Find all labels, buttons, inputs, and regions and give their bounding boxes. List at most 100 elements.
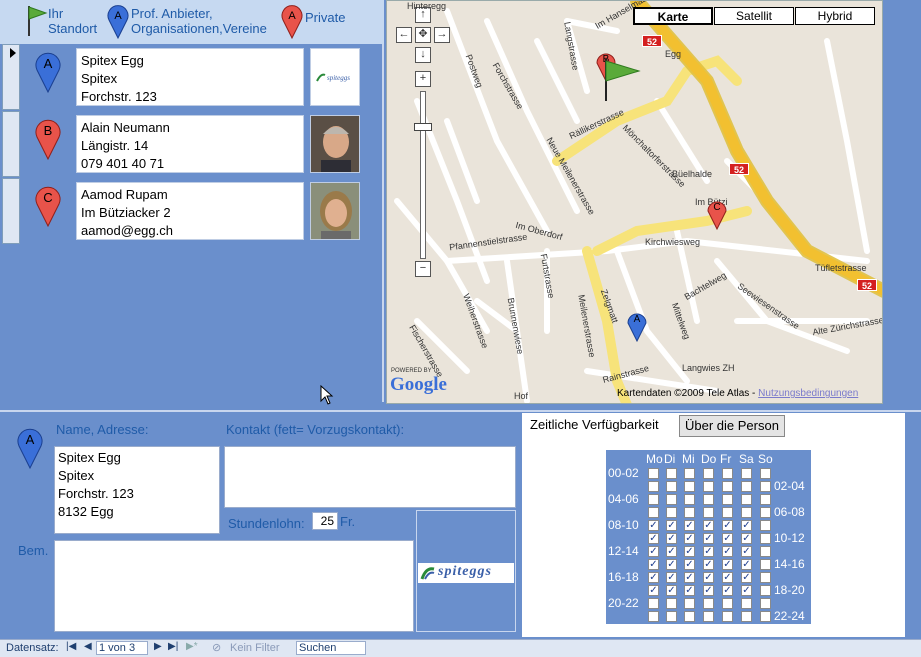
- availability-checkbox[interactable]: ✓: [666, 546, 677, 557]
- availability-checkbox[interactable]: [684, 611, 695, 622]
- map-view[interactable]: Karte Satellit Hybrid ↑ ← ✥ → ↓ + − 52 5…: [386, 0, 883, 404]
- availability-checkbox[interactable]: ✓: [666, 585, 677, 596]
- zoom-slider-track[interactable]: [420, 91, 426, 259]
- availability-checkbox[interactable]: [703, 468, 714, 479]
- first-record-icon[interactable]: |◀: [66, 641, 76, 652]
- record-selector-2[interactable]: [2, 111, 20, 177]
- address-field[interactable]: Spitex Egg Spitex Forchstr. 123 8132 Egg: [54, 446, 220, 534]
- availability-checkbox[interactable]: ✓: [741, 559, 752, 570]
- availability-checkbox[interactable]: ✓: [684, 533, 695, 544]
- pan-down-button[interactable]: ↓: [415, 47, 431, 63]
- availability-checkbox[interactable]: [666, 507, 677, 518]
- new-record-icon[interactable]: ▶*: [186, 641, 198, 652]
- availability-checkbox[interactable]: [722, 494, 733, 505]
- availability-checkbox[interactable]: [722, 507, 733, 518]
- pan-center-button[interactable]: ✥: [415, 27, 431, 43]
- availability-checkbox[interactable]: [722, 598, 733, 609]
- availability-checkbox[interactable]: [760, 611, 771, 622]
- availability-checkbox[interactable]: ✓: [722, 585, 733, 596]
- map-marker-c-icon[interactable]: C: [706, 195, 728, 231]
- availability-checkbox[interactable]: ✓: [741, 585, 752, 596]
- record-selector-1[interactable]: [2, 44, 20, 110]
- record-position-field[interactable]: 1 von 3: [96, 641, 148, 655]
- availability-checkbox[interactable]: [760, 559, 771, 570]
- availability-checkbox[interactable]: ✓: [722, 520, 733, 531]
- about-person-button[interactable]: Über die Person: [679, 415, 785, 437]
- search-field[interactable]: Suchen: [296, 641, 366, 655]
- availability-checkbox[interactable]: ✓: [741, 520, 752, 531]
- contact-field[interactable]: [224, 446, 516, 508]
- availability-checkbox[interactable]: [741, 481, 752, 492]
- hourly-rate-field[interactable]: 25: [312, 512, 338, 530]
- availability-checkbox[interactable]: [684, 507, 695, 518]
- remarks-field[interactable]: [54, 540, 414, 632]
- availability-checkbox[interactable]: [648, 468, 659, 479]
- availability-checkbox[interactable]: [760, 598, 771, 609]
- availability-checkbox[interactable]: ✓: [648, 572, 659, 583]
- availability-checkbox[interactable]: [722, 611, 733, 622]
- previous-record-icon[interactable]: ◀: [84, 641, 92, 652]
- terms-link[interactable]: Nutzungsbedingungen: [758, 388, 858, 399]
- google-logo[interactable]: Google: [390, 374, 447, 396]
- availability-checkbox[interactable]: ✓: [666, 520, 677, 531]
- availability-checkbox[interactable]: [760, 468, 771, 479]
- availability-checkbox[interactable]: [703, 494, 714, 505]
- availability-checkbox[interactable]: [684, 468, 695, 479]
- availability-checkbox[interactable]: [666, 598, 677, 609]
- availability-checkbox[interactable]: ✓: [648, 559, 659, 570]
- filter-icon[interactable]: ⊘: [212, 641, 221, 654]
- availability-checkbox[interactable]: ✓: [684, 559, 695, 570]
- availability-checkbox[interactable]: [684, 494, 695, 505]
- availability-checkbox[interactable]: [648, 481, 659, 492]
- next-record-icon[interactable]: ▶: [154, 641, 162, 652]
- map-type-hybrid-button[interactable]: Hybrid: [795, 7, 875, 25]
- record-selector-3[interactable]: [2, 178, 20, 244]
- availability-checkbox[interactable]: [684, 598, 695, 609]
- availability-checkbox[interactable]: [666, 481, 677, 492]
- availability-checkbox[interactable]: [648, 598, 659, 609]
- availability-checkbox[interactable]: ✓: [703, 572, 714, 583]
- zoom-in-button[interactable]: +: [415, 71, 431, 87]
- availability-checkbox[interactable]: [741, 468, 752, 479]
- availability-checkbox[interactable]: ✓: [703, 585, 714, 596]
- availability-checkbox[interactable]: ✓: [722, 572, 733, 583]
- availability-checkbox[interactable]: ✓: [741, 533, 752, 544]
- availability-checkbox[interactable]: ✓: [648, 520, 659, 531]
- availability-checkbox[interactable]: [684, 481, 695, 492]
- availability-checkbox[interactable]: ✓: [722, 546, 733, 557]
- availability-checkbox[interactable]: [741, 507, 752, 518]
- availability-checkbox[interactable]: [648, 611, 659, 622]
- pan-right-button[interactable]: →: [434, 27, 450, 43]
- availability-checkbox[interactable]: [703, 598, 714, 609]
- availability-checkbox[interactable]: ✓: [648, 546, 659, 557]
- availability-checkbox[interactable]: [760, 585, 771, 596]
- availability-checkbox[interactable]: ✓: [703, 520, 714, 531]
- availability-checkbox[interactable]: [760, 481, 771, 492]
- availability-checkbox[interactable]: [722, 468, 733, 479]
- availability-checkbox[interactable]: [741, 611, 752, 622]
- availability-checkbox[interactable]: ✓: [666, 572, 677, 583]
- availability-checkbox[interactable]: [666, 468, 677, 479]
- availability-checkbox[interactable]: ✓: [684, 585, 695, 596]
- availability-checkbox[interactable]: [666, 611, 677, 622]
- availability-checkbox[interactable]: ✓: [684, 520, 695, 531]
- map-type-karte-button[interactable]: Karte: [633, 7, 713, 25]
- availability-checkbox[interactable]: [760, 533, 771, 544]
- zoom-out-button[interactable]: −: [415, 261, 431, 277]
- availability-checkbox[interactable]: ✓: [703, 533, 714, 544]
- availability-checkbox[interactable]: [648, 507, 659, 518]
- availability-checkbox[interactable]: [703, 611, 714, 622]
- availability-checkbox[interactable]: [703, 507, 714, 518]
- availability-checkbox[interactable]: [741, 494, 752, 505]
- availability-checkbox[interactable]: ✓: [648, 533, 659, 544]
- availability-checkbox[interactable]: ✓: [666, 533, 677, 544]
- availability-checkbox[interactable]: [722, 481, 733, 492]
- availability-checkbox[interactable]: [760, 507, 771, 518]
- availability-checkbox[interactable]: ✓: [722, 533, 733, 544]
- pan-left-button[interactable]: ←: [396, 27, 412, 43]
- availability-checkbox[interactable]: ✓: [684, 546, 695, 557]
- zoom-slider-handle[interactable]: [414, 123, 432, 131]
- availability-checkbox[interactable]: ✓: [666, 559, 677, 570]
- availability-checkbox[interactable]: ✓: [722, 559, 733, 570]
- availability-checkbox[interactable]: ✓: [741, 546, 752, 557]
